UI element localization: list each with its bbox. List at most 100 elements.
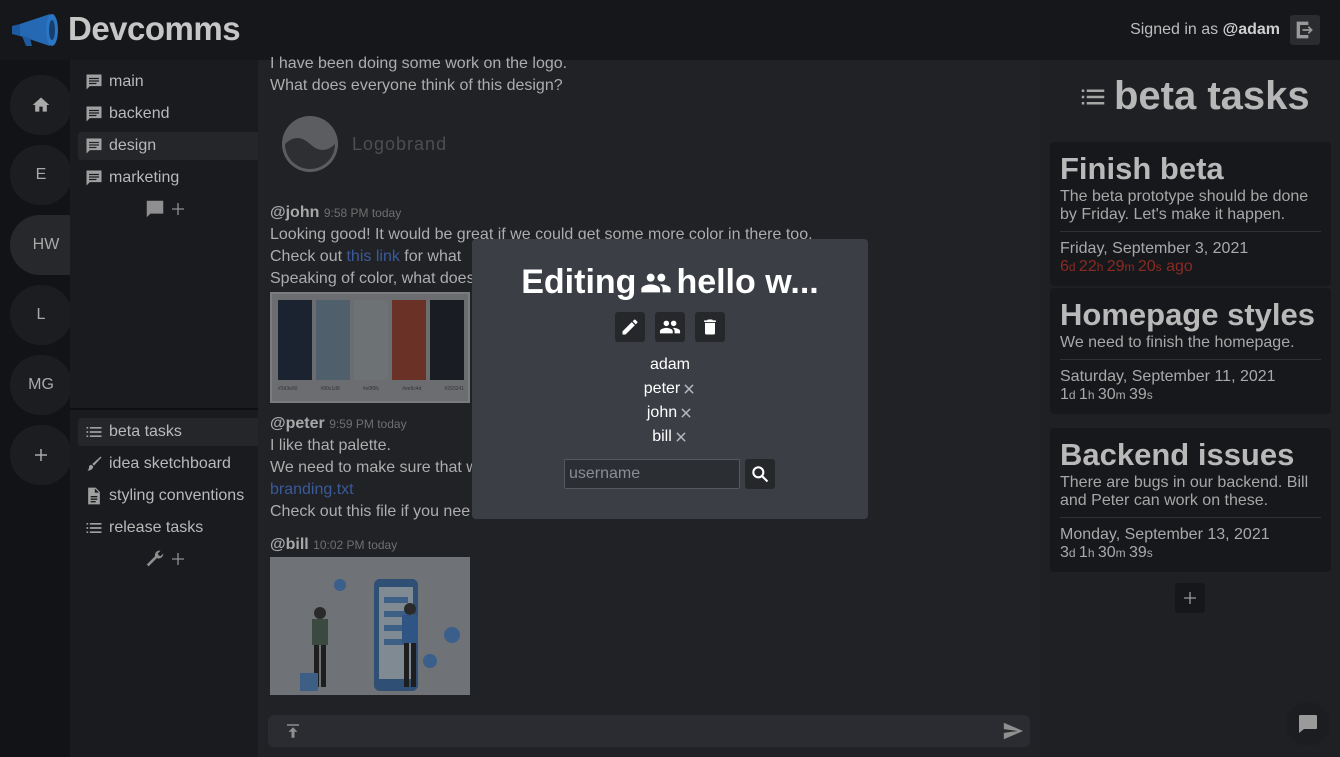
add-task-button[interactable] (1175, 583, 1205, 613)
channel-label: marketing (109, 169, 180, 186)
task-title: Finish beta (1060, 151, 1224, 186)
member-row: adam (472, 356, 868, 374)
app-illustration-icon (300, 579, 460, 691)
plus-icon (172, 553, 184, 565)
tool-release-tasks[interactable]: release tasks (78, 514, 258, 542)
author-name[interactable]: @bill (270, 536, 309, 553)
channel-marketing[interactable]: marketing (78, 164, 258, 192)
file-link[interactable]: branding.txt (270, 481, 354, 499)
group-icon (641, 273, 672, 292)
palette-swatch (392, 300, 426, 380)
author-name[interactable]: @john (270, 204, 319, 221)
logo-image: Logobrand (280, 114, 447, 174)
logobrand-icon (282, 116, 338, 172)
add-channel-button[interactable] (144, 198, 186, 220)
megaphone-icon (10, 12, 60, 48)
modal-title-name: hello w... (676, 263, 819, 301)
cd-minutes: 30 (1097, 544, 1116, 561)
logout-button[interactable] (1290, 15, 1320, 45)
cd-suffix: ago (1161, 258, 1193, 275)
signed-in-prefix: Signed in as (1130, 21, 1219, 38)
cd-days: 1 (1060, 386, 1069, 403)
app-title: Devcomms (68, 10, 241, 47)
illustration-image[interactable] (270, 557, 470, 695)
message-text: We need to make sure that w (270, 459, 478, 476)
logobrand-text: Logobrand (352, 133, 448, 154)
chat-icon (1299, 715, 1317, 733)
palette-image[interactable]: #2d3e50 #90c1d9 #e0f0fc #ee6c4d #293241 (270, 292, 470, 403)
chat-icon (146, 200, 164, 218)
channel-label: main (109, 73, 144, 90)
task-card[interactable]: Finish beta The beta prototype should be… (1050, 142, 1331, 286)
search-user-button[interactable] (745, 459, 775, 489)
add-tool-button[interactable] (144, 548, 186, 570)
channel-label: design (109, 137, 157, 154)
search-icon (752, 466, 769, 483)
task-description: We need to finish the homepage. (1060, 334, 1295, 351)
task-countdown: 3d 1h 30m 39s (1060, 544, 1153, 561)
cd-seconds: 39 (1128, 386, 1147, 403)
cd-hours: 1 (1078, 544, 1088, 561)
tool-label: idea sketchboard (109, 455, 231, 472)
author-name[interactable]: @peter (270, 415, 325, 432)
tool-label: release tasks (109, 519, 204, 536)
tool-beta-tasks[interactable]: beta tasks (78, 418, 258, 446)
cd-seconds: 39 (1128, 544, 1147, 561)
delete-button[interactable] (695, 312, 725, 342)
trash-icon (704, 319, 716, 335)
edit-group-modal: Editing hello w... adam peter john bill (472, 239, 868, 519)
task-countdown: 6d 22h 29m 20s ago (1060, 258, 1193, 275)
top-header: Devcomms Signed in as @adam (0, 0, 1340, 60)
cd-days: 6 (1060, 258, 1069, 275)
task-card[interactable]: Homepage styles We need to finish the ho… (1050, 288, 1331, 414)
brush-icon (87, 456, 102, 471)
palette-label: #e0f0fc (362, 386, 380, 392)
palette-swatch (316, 300, 350, 380)
cd-days: 3 (1060, 544, 1069, 561)
username-input[interactable] (564, 459, 740, 489)
send-button[interactable] (1002, 720, 1024, 742)
task-date: Saturday, September 11, 2021 (1060, 368, 1276, 385)
tool-styling-conventions[interactable]: styling conventions (78, 482, 258, 510)
message-link[interactable]: this link (346, 248, 399, 265)
tool-label: styling conventions (109, 487, 245, 504)
send-icon (1003, 722, 1024, 740)
message-text-part: Check out (270, 248, 347, 265)
message-text: Check out this file if you nee (270, 503, 471, 520)
remove-member-icon[interactable] (682, 382, 696, 396)
add-server-button[interactable] (10, 425, 72, 485)
members-button[interactable] (655, 312, 685, 342)
server-home[interactable] (10, 75, 72, 135)
group-icon (659, 320, 681, 334)
tool-label: beta tasks (109, 423, 182, 440)
list-icon (86, 523, 102, 533)
chat-bubble-button[interactable] (1286, 702, 1330, 746)
channel-design[interactable]: design (78, 132, 258, 160)
palette-labels: #2d3e50 #90c1d9 #e0f0fc #ee6c4d #293241 (278, 386, 464, 392)
channel-label: backend (109, 105, 170, 122)
server-e[interactable]: E (10, 145, 72, 205)
remove-member-icon[interactable] (679, 406, 693, 420)
cd-hours: 1 (1078, 386, 1088, 403)
message-composer[interactable] (268, 715, 1030, 747)
task-title: Backend issues (1060, 437, 1295, 472)
chat-icon (86, 170, 102, 186)
server-l[interactable]: L (10, 285, 72, 345)
channel-main[interactable]: main (78, 68, 258, 96)
channel-backend[interactable]: backend (78, 100, 258, 128)
server-mg[interactable]: MG (10, 355, 72, 415)
tool-idea-sketchboard[interactable]: idea sketchboard (78, 450, 258, 478)
plus-icon (35, 449, 47, 461)
member-name: john (646, 404, 678, 421)
rename-button[interactable] (615, 312, 645, 342)
remove-member-icon[interactable] (674, 430, 688, 444)
sidebar-divider (70, 408, 258, 410)
message-text: What does everyone think of this design? (270, 77, 563, 94)
upload-button[interactable] (284, 722, 302, 740)
palette-swatch (354, 300, 388, 380)
list-icon (86, 427, 102, 437)
task-countdown: 1d 1h 30m 39s (1060, 386, 1153, 403)
task-card[interactable]: Backend issues There are bugs in our bac… (1050, 428, 1331, 572)
chat-icon (86, 74, 102, 90)
message-author: @john 9:58 PM today (270, 204, 401, 222)
